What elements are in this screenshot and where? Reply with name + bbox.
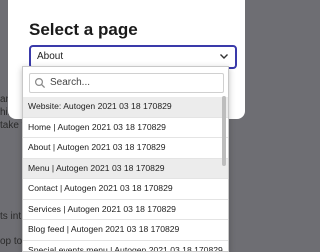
option-item[interactable]: Menu | Autogen 2021 03 18 170829 [23, 159, 228, 180]
search-input[interactable] [50, 76, 215, 89]
option-item[interactable]: About | Autogen 2021 03 18 170829 [23, 138, 228, 159]
search-box [29, 73, 224, 93]
background-text: op to [0, 236, 22, 247]
page-select-value: About [37, 51, 63, 62]
option-item[interactable]: Website: Autogen 2021 03 18 170829 [23, 97, 228, 118]
option-item[interactable]: Home | Autogen 2021 03 18 170829 [23, 118, 228, 139]
option-list: Website: Autogen 2021 03 18 170829 Home … [23, 97, 228, 252]
background-text: take t [0, 120, 22, 131]
option-item[interactable]: Contact | Autogen 2021 03 18 170829 [23, 179, 228, 200]
chevron-down-icon[interactable] [218, 50, 230, 62]
option-item[interactable]: Services | Autogen 2021 03 18 170829 [23, 200, 228, 221]
background-text: ts int [0, 211, 22, 222]
option-item[interactable]: Blog feed | Autogen 2021 03 18 170829 [23, 220, 228, 241]
dropdown-scrollbar[interactable] [222, 96, 226, 166]
search-icon [34, 77, 46, 89]
page-dropdown: Website: Autogen 2021 03 18 170829 Home … [22, 66, 229, 252]
dialog-title: Select a page [29, 20, 138, 40]
option-item[interactable]: Special events menu | Autogen 2021 03 18… [23, 241, 228, 252]
